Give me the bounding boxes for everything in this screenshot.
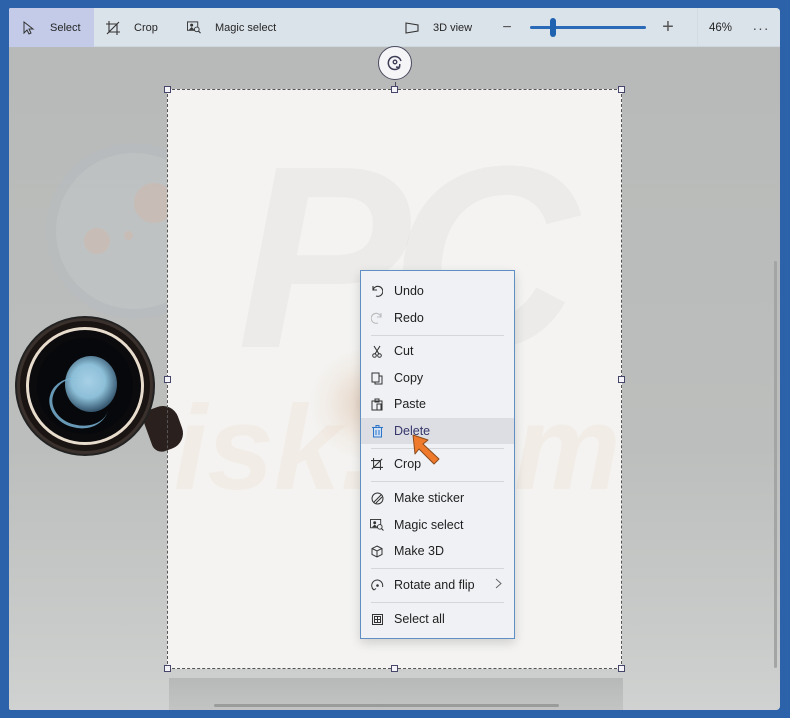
undo-icon (370, 284, 384, 298)
3d-view-icon (405, 21, 419, 35)
minus-icon: − (502, 18, 512, 36)
menu-item-label: Undo (394, 284, 424, 298)
toolbar: Select Crop Magic select 3D view − + 46%… (9, 8, 780, 47)
resize-handle-bottom-right[interactable] (618, 665, 625, 672)
zoom-slider-track[interactable] (530, 26, 646, 29)
delete-icon (370, 424, 384, 438)
magic-select-icon (187, 21, 201, 35)
crop-icon (370, 457, 384, 471)
cube-icon (370, 544, 384, 558)
rotate-icon (387, 55, 402, 71)
magic-select-button[interactable]: Magic select (187, 8, 276, 47)
menu-item-label: Cut (394, 344, 414, 358)
resize-handle-top[interactable] (391, 86, 398, 93)
zoom-slider-thumb[interactable] (550, 18, 556, 37)
menu-item-paste[interactable]: Paste (361, 391, 514, 417)
3d-view-button[interactable]: 3D view (405, 8, 472, 47)
menu-item-select-all[interactable]: Select all (361, 606, 514, 632)
magic-select-icon (370, 518, 384, 532)
rotate-handle[interactable] (378, 46, 412, 80)
chevron-right-icon (495, 578, 502, 592)
menu-item-make-sticker[interactable]: Make sticker (361, 485, 514, 511)
horizontal-scrollbar[interactable] (214, 704, 559, 707)
3d-view-label: 3D view (433, 21, 473, 34)
zoom-out-button[interactable]: − (499, 8, 515, 47)
menu-item-label: Make sticker (394, 491, 465, 505)
vertical-scrollbar[interactable] (774, 261, 777, 668)
menu-item-make-3d[interactable]: Make 3D (361, 538, 514, 564)
select-all-icon (370, 612, 384, 626)
select-tool-button[interactable]: Select (9, 8, 94, 47)
menu-item-undo[interactable]: Undo (361, 278, 514, 304)
menu-item-label: Magic select (394, 518, 464, 532)
rotate-icon (370, 578, 384, 592)
plus-icon: + (662, 16, 674, 38)
zoom-level: 46% (709, 21, 733, 34)
resize-handle-top-right[interactable] (618, 86, 625, 93)
crop-icon (106, 20, 120, 35)
pointer-icon (22, 20, 36, 35)
copy-icon (370, 371, 384, 385)
menu-item-label: Redo (394, 311, 424, 325)
menu-item-rotate-and-flip[interactable]: Rotate and flip (361, 572, 514, 598)
zoom-in-button[interactable]: + (660, 8, 676, 47)
menu-item-label: Paste (394, 397, 426, 411)
redo-icon (370, 311, 384, 325)
menu-separator (371, 335, 504, 336)
crop-label: Crop (134, 21, 158, 34)
cut-icon (370, 344, 384, 358)
toolbar-divider (697, 8, 698, 47)
resize-handle-top-left[interactable] (164, 86, 171, 93)
coffee-mug-image[interactable] (17, 318, 153, 454)
menu-separator (371, 481, 504, 482)
pointer-arrow-annotation (412, 434, 440, 465)
magic-select-label: Magic select (215, 21, 277, 34)
menu-item-label: Select all (394, 612, 445, 626)
menu-item-cut[interactable]: Cut (361, 338, 514, 364)
resize-handle-left[interactable] (164, 376, 171, 383)
resize-handle-bottom[interactable] (391, 665, 398, 672)
menu-item-label: Copy (394, 371, 424, 385)
more-icon: ··· (752, 19, 770, 36)
menu-item-magic-select[interactable]: Magic select (361, 512, 514, 538)
menu-separator (371, 568, 504, 569)
menu-item-label: Make 3D (394, 544, 445, 558)
crop-tool-button[interactable]: Crop (106, 8, 158, 47)
resize-handle-right[interactable] (618, 376, 625, 383)
resize-handle-bottom-left[interactable] (164, 665, 171, 672)
menu-item-copy[interactable]: Copy (361, 365, 514, 391)
menu-separator (371, 602, 504, 603)
sticker-icon (370, 491, 384, 505)
menu-item-redo[interactable]: Redo (361, 305, 514, 331)
more-options-button[interactable]: ··· (750, 8, 772, 47)
menu-item-label: Rotate and flip (394, 578, 475, 592)
select-label: Select (50, 21, 81, 34)
paste-icon (370, 397, 384, 411)
